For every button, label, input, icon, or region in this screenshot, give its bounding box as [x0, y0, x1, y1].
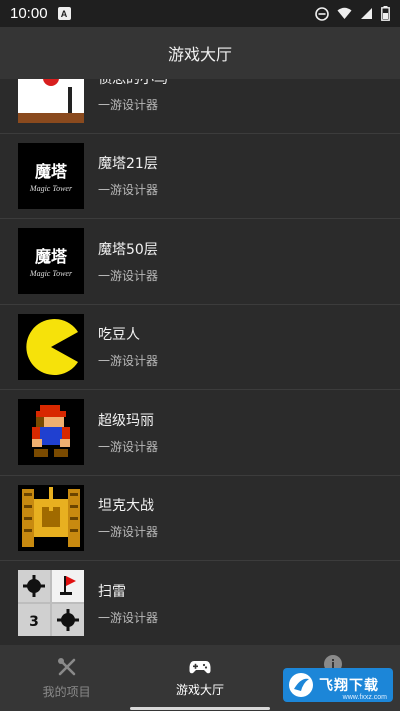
game-row-super-mario[interactable]: 超级玛丽 一游设计器	[0, 390, 400, 476]
thumb-logo-text: 魔塔	[35, 247, 68, 266]
game-row-angry-birds[interactable]: 愤怒的小鸟 一游设计器	[0, 79, 400, 134]
game-author: 一游设计器	[98, 610, 159, 625]
mine-count-number: 3	[29, 614, 39, 630]
game-row-pacman[interactable]: 吃豆人 一游设计器	[0, 304, 400, 390]
game-list[interactable]: 愤怒的小鸟 一游设计器 魔塔 Magic Tower 魔塔21层 一游设计器	[0, 79, 400, 645]
game-author: 一游设计器	[98, 525, 159, 540]
status-icons	[315, 6, 390, 21]
tab-label: 我的项目	[42, 684, 91, 699]
game-author: 一游设计器	[98, 268, 159, 283]
do-not-disturb-icon	[315, 6, 329, 21]
notification-app-icon: A	[57, 7, 71, 20]
battery-icon	[381, 6, 390, 21]
game-title: 坦克大战	[98, 498, 154, 515]
download-site-watermark: 飞翔下载 www.fxxz.com	[283, 668, 393, 702]
tank-battle-thumbnail	[18, 484, 84, 551]
game-row-tank-battle[interactable]: 坦克大战 一游设计器	[0, 475, 400, 561]
game-row-magic-tower-21[interactable]: 魔塔 Magic Tower 魔塔21层 一游设计器	[0, 133, 400, 219]
home-indicator	[130, 707, 270, 710]
game-author: 一游设计器	[98, 183, 159, 198]
tab-game-hall[interactable]: 游戏大厅	[133, 645, 266, 711]
game-title: 魔塔50层	[98, 241, 158, 258]
game-row-magic-tower-50[interactable]: 魔塔 Magic Tower 魔塔50层 一游设计器	[0, 219, 400, 305]
watermark-url: www.fxxz.com	[342, 694, 387, 701]
game-title: 扫雷	[98, 583, 126, 600]
game-author: 一游设计器	[98, 439, 159, 454]
app-bar: 游戏大厅	[0, 27, 400, 79]
thumb-logo-sub: Magic Tower	[29, 184, 73, 193]
thumb-logo-sub: Magic Tower	[29, 269, 73, 278]
game-title: 超级玛丽	[98, 412, 154, 429]
tools-icon	[57, 657, 75, 675]
angry-birds-thumbnail	[18, 79, 84, 124]
page-title: 游戏大厅	[167, 45, 232, 64]
status-bar: 10:00 A	[0, 0, 400, 27]
thumb-logo-text: 魔塔	[35, 162, 68, 181]
game-title: 魔塔21层	[98, 156, 158, 173]
status-time: 10:00	[10, 5, 48, 22]
super-mario-thumbnail	[18, 399, 84, 466]
game-title: 吃豆人	[98, 327, 140, 344]
magic-tower-21-thumbnail: 魔塔 Magic Tower	[18, 142, 84, 209]
tab-label: 游戏大厅	[175, 682, 224, 697]
wifi-icon	[337, 7, 352, 19]
game-row-minesweeper[interactable]: 3 扫雷 一游设计器	[0, 561, 400, 645]
watermark-text: 飞翔下载	[319, 678, 379, 694]
game-title: 愤怒的小鸟	[98, 79, 168, 88]
pacman-thumbnail	[18, 313, 84, 380]
game-author: 一游设计器	[98, 97, 159, 112]
magic-tower-50-thumbnail: 魔塔 Magic Tower	[18, 228, 84, 295]
game-author: 一游设计器	[98, 354, 159, 369]
tab-my-projects[interactable]: 我的项目	[0, 645, 133, 711]
signal-icon	[361, 8, 372, 19]
minesweeper-thumbnail: 3	[18, 570, 84, 637]
gamepad-icon	[189, 660, 211, 673]
site-logo-icon	[289, 673, 313, 697]
